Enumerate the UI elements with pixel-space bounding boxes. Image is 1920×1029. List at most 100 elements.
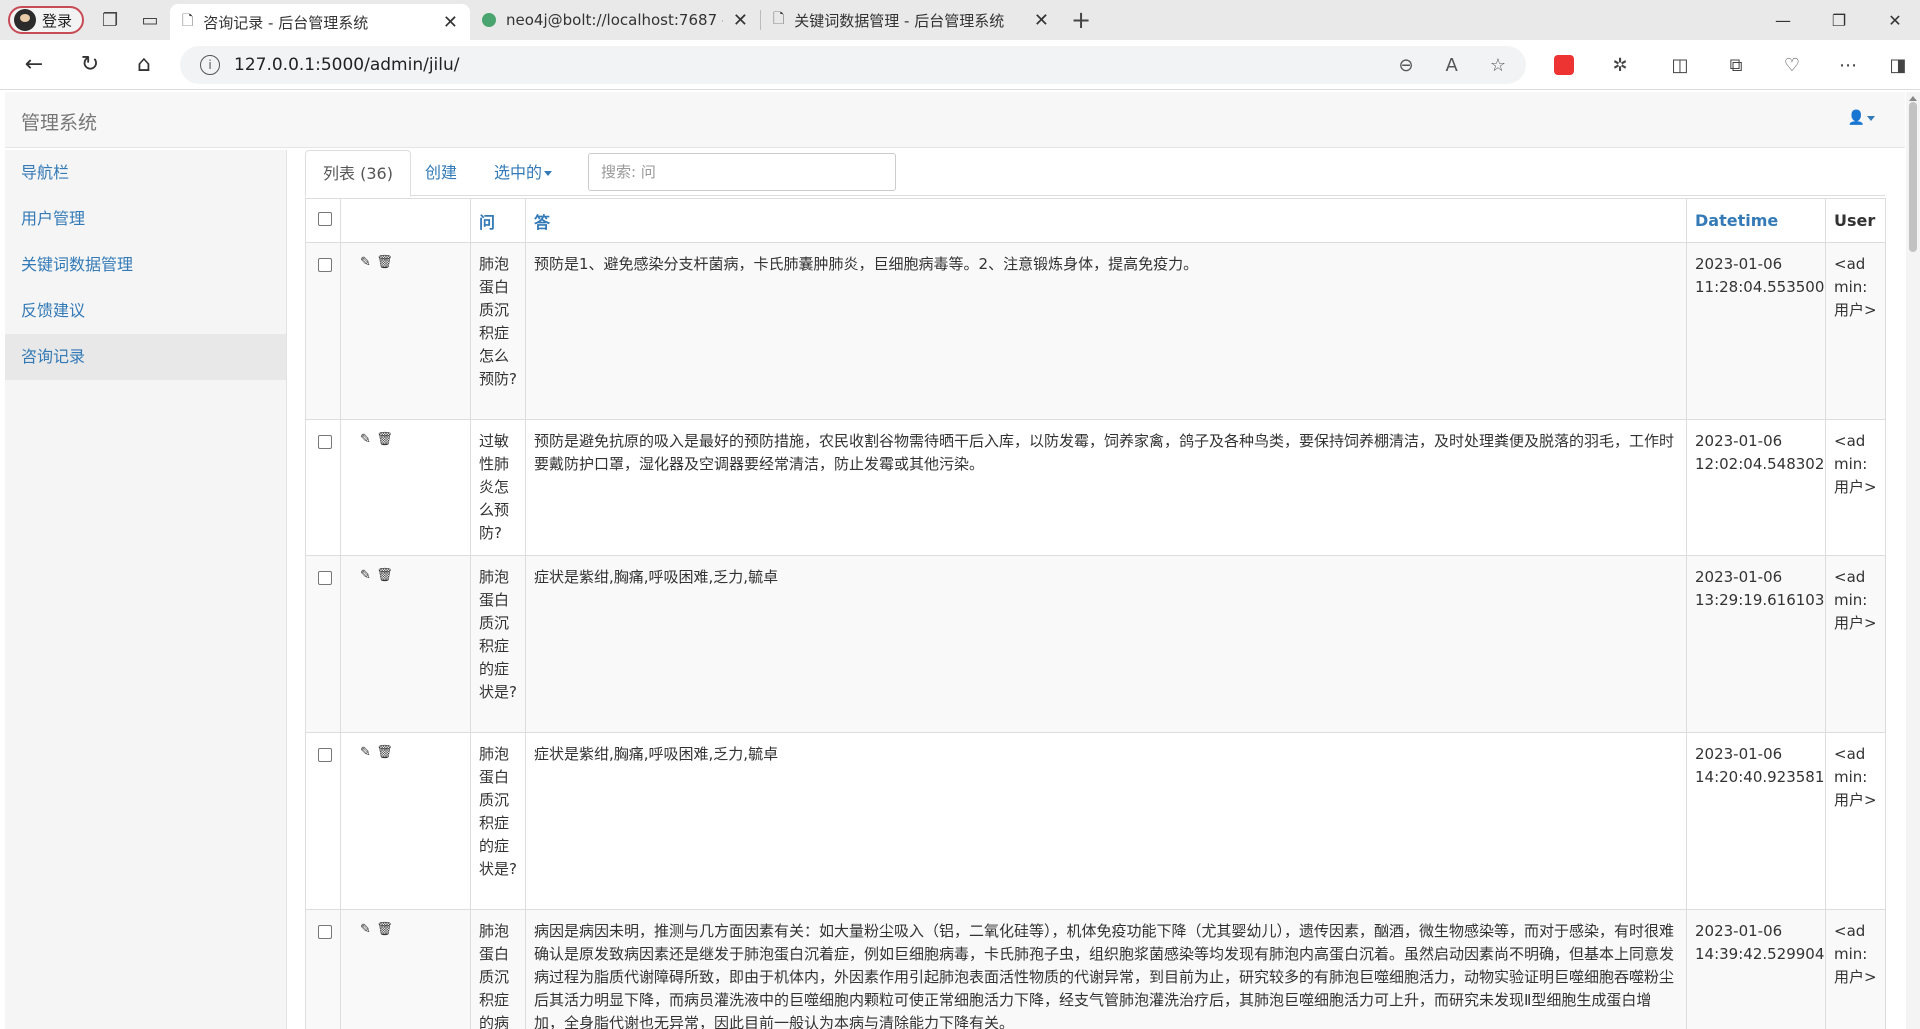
delete-trash-icon[interactable]: 🗑 <box>376 745 393 760</box>
chevron-down-icon <box>544 171 553 176</box>
answer-cell: 预防是1、避免感染分支杆菌病，卡氏肺囊肿肺炎，巨细胞病毒等。2、注意锻炼身体，提… <box>525 242 1687 420</box>
user-cell: <admin: 用户> <box>1825 732 1886 910</box>
table-row: ✎ 🗑 过敏性肺炎怎么预防? 预防是避免抗原的吸入是最好的预防措施，农民收割谷物需… <box>305 419 1886 556</box>
brand-title[interactable]: 管理系统 <box>21 108 97 135</box>
profile-button[interactable]: 登录 <box>8 6 85 34</box>
close-tab-icon[interactable]: ✕ <box>443 12 458 33</box>
edit-pencil-icon[interactable]: ✎ <box>359 745 372 760</box>
edit-pencil-icon[interactable]: ✎ <box>359 568 372 583</box>
tab-create[interactable]: 创建 <box>408 150 474 196</box>
sidebar-item-consult-records[interactable]: 咨询记录 <box>5 334 286 380</box>
edit-pencil-icon[interactable]: ✎ <box>359 255 372 270</box>
split-screen-icon[interactable]: ◫ <box>1660 50 1700 80</box>
site-info-icon[interactable]: i <box>200 55 220 75</box>
column-header-user: User <box>1825 198 1886 243</box>
close-window-icon[interactable]: ✕ <box>1872 0 1918 40</box>
user-menu-dropdown[interactable]: 👤 <box>1848 110 1875 126</box>
datetime-cell: 2023-01-06 14:20:40.923581 <box>1686 732 1826 910</box>
sort-answer-link[interactable]: 答 <box>534 213 550 232</box>
page-scrollbar[interactable] <box>1906 92 1920 1029</box>
sidebar-item-feedback[interactable]: 反馈建议 <box>5 288 286 334</box>
tab-title: neo4j@bolt://localhost:7687 - Ne <box>506 11 723 29</box>
favorite-star-icon[interactable]: ☆ <box>1490 55 1506 76</box>
avatar <box>14 9 36 31</box>
list-toolbar: 列表 (36) 创建 选中的 <box>305 150 1885 197</box>
address-bar[interactable]: i 127.0.0.1:5000/admin/jilu/ ⊖ A ☆ <box>180 46 1526 84</box>
edit-pencil-icon[interactable]: ✎ <box>359 432 372 447</box>
scroll-up-icon[interactable] <box>1909 96 1917 101</box>
select-all-checkbox[interactable] <box>318 212 332 226</box>
page-icon: 🗋 <box>182 13 194 29</box>
collections-icon[interactable]: ⧉ <box>1716 50 1756 80</box>
vertical-tabs-icon[interactable]: ▭ <box>130 0 170 40</box>
table-row: ✎ 🗑 肺泡蛋白质沉积症的症状是? 症状是紫绀,胸痛,呼吸困难,乏力,毓卓 202… <box>305 732 1886 910</box>
tab-list[interactable]: 列表 (36) <box>305 150 411 197</box>
datetime-cell: 2023-01-06 14:39:42.529904 <box>1686 909 1826 1029</box>
answer-cell: 症状是紫绀,胸痛,呼吸困难,乏力,毓卓 <box>525 732 1687 910</box>
back-icon[interactable]: ← <box>12 43 56 87</box>
restore-icon[interactable]: ❐ <box>1816 0 1862 40</box>
read-aloud-icon[interactable]: A <box>1446 55 1458 76</box>
reload-icon[interactable]: ↻ <box>68 43 112 87</box>
selected-actions-dropdown[interactable]: 选中的 <box>477 150 569 196</box>
table-header-row: 问 答 Datetime User <box>305 198 1886 243</box>
row-checkbox[interactable] <box>318 748 332 762</box>
tab-neo4j[interactable]: neo4j@bolt://localhost:7687 - Ne ✕ <box>470 0 760 40</box>
page-icon: 🗋 <box>773 11 785 27</box>
extensions-icon[interactable]: ✲ <box>1600 50 1640 80</box>
address-toolbar: ← ↻ ⌂ i 127.0.0.1:5000/admin/jilu/ ⊖ A ☆… <box>0 40 1920 90</box>
browser-tab-strip: 登录 ❐ ▭ 🗋 咨询记录 - 后台管理系统 ✕ neo4j@bolt://lo… <box>0 0 1920 40</box>
row-checkbox[interactable] <box>318 435 332 449</box>
sidebar-item-keywords[interactable]: 关键词数据管理 <box>5 242 286 288</box>
delete-trash-icon[interactable]: 🗑 <box>376 568 393 583</box>
home-icon[interactable]: ⌂ <box>122 43 166 87</box>
extension-video-icon[interactable] <box>1544 50 1584 80</box>
delete-trash-icon[interactable]: 🗑 <box>376 432 393 447</box>
close-tab-icon[interactable]: ✕ <box>1034 10 1049 31</box>
zoom-out-icon[interactable]: ⊖ <box>1398 55 1413 76</box>
sort-datetime-link[interactable]: Datetime <box>1695 211 1778 230</box>
user-cell: <admin: 用户> <box>1825 419 1886 556</box>
sidebar-item-users[interactable]: 用户管理 <box>5 196 286 242</box>
user-cell: <admin: 用户> <box>1825 242 1886 420</box>
scrollbar-thumb[interactable] <box>1909 102 1917 252</box>
sort-question-link[interactable]: 问 <box>479 213 495 232</box>
delete-trash-icon[interactable]: 🗑 <box>376 922 393 937</box>
actions-header <box>340 198 471 243</box>
close-tab-icon[interactable]: ✕ <box>733 10 748 31</box>
row-checkbox[interactable] <box>318 258 332 272</box>
table-row: ✎ 🗑 肺泡蛋白质沉积症的病 病因是病因未明，推测与几方面因素有关：如大量粉尘吸入… <box>305 909 1886 1029</box>
records-table: 问 答 Datetime User ✎ 🗑 肺泡蛋白质沉积症怎么预防? 预防是1、… <box>305 198 1886 1029</box>
tab-title: 关键词数据管理 - 后台管理系统 <box>794 11 1005 30</box>
user-cell: <admin: 用户> <box>1825 909 1886 1029</box>
answer-cell: 病因是病因未明，推测与几方面因素有关：如大量粉尘吸入（铝，二氧化硅等），机体免疫… <box>525 909 1687 1029</box>
more-menu-icon[interactable]: ⋯ <box>1828 50 1868 80</box>
row-checkbox[interactable] <box>318 571 332 585</box>
browser-essentials-icon[interactable]: ♡ <box>1772 50 1812 80</box>
question-cell: 过敏性肺炎怎么预防? <box>470 419 526 556</box>
sidebar-item-nav[interactable]: 导航栏 <box>5 150 286 196</box>
workspaces-icon[interactable]: ❐ <box>90 0 130 40</box>
chevron-down-icon <box>1867 115 1875 121</box>
url-text[interactable]: 127.0.0.1:5000/admin/jilu/ <box>234 55 460 75</box>
new-tab-icon[interactable]: + <box>1061 0 1101 40</box>
tab-consult-records[interactable]: 🗋 咨询记录 - 后台管理系统 ✕ <box>170 4 471 40</box>
tab-title: 咨询记录 - 后台管理系统 <box>203 13 369 32</box>
row-checkbox[interactable] <box>318 925 332 939</box>
table-row: ✎ 🗑 肺泡蛋白质沉积症怎么预防? 预防是1、避免感染分支杆菌病，卡氏肺囊肿肺炎，… <box>305 242 1886 420</box>
column-header-question[interactable]: 问 <box>470 198 526 243</box>
datetime-cell: 2023-01-06 13:29:19.616103 <box>1686 555 1826 733</box>
delete-trash-icon[interactable]: 🗑 <box>376 255 393 270</box>
sidebar-toggle-icon[interactable]: ◨ <box>1878 50 1918 80</box>
selected-actions-label: 选中的 <box>494 163 543 182</box>
question-cell: 肺泡蛋白质沉积症的症状是? <box>470 732 526 910</box>
tab-keyword-data[interactable]: 🗋 关键词数据管理 - 后台管理系统 ✕ <box>761 0 1061 40</box>
edit-pencil-icon[interactable]: ✎ <box>359 922 372 937</box>
minimize-icon[interactable]: — <box>1760 0 1806 40</box>
column-header-datetime[interactable]: Datetime <box>1686 198 1826 243</box>
profile-label: 登录 <box>42 11 73 30</box>
admin-navbar: 管理系统 👤 <box>5 92 1905 148</box>
select-all-cell <box>305 198 341 243</box>
search-input[interactable] <box>588 153 896 191</box>
column-header-answer[interactable]: 答 <box>525 198 1687 243</box>
